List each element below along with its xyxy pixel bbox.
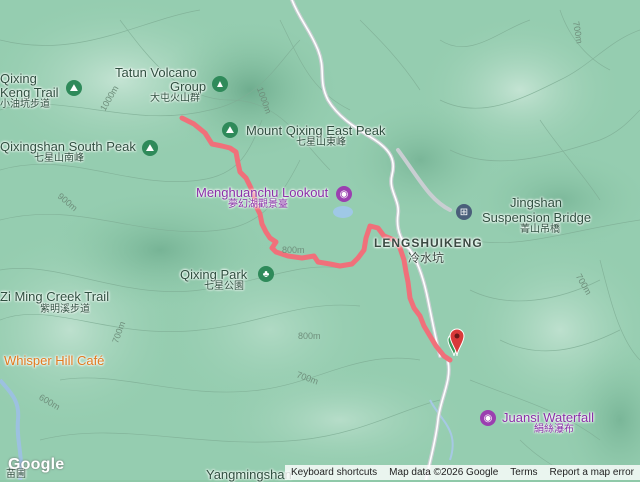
qixing-park-zh: 七星公園 <box>204 281 244 292</box>
yangmingshan-label[interactable]: Yangmingshan <box>206 468 292 481</box>
bridge-icon[interactable]: ⊞ <box>456 204 472 220</box>
qixingshan-south-label[interactable]: Qixingshan South Peak <box>0 140 136 153</box>
hiker-icon[interactable]: ⛰ <box>222 122 238 138</box>
contour-label: 800m <box>282 245 305 255</box>
ziming-trail-label[interactable]: Zi Ming Creek Trail <box>0 290 109 303</box>
map-footer: Keyboard shortcuts Map data ©2026 Google… <box>285 465 640 480</box>
contour-label: 800m <box>298 331 321 341</box>
camera-icon[interactable]: ◉ <box>480 410 496 426</box>
lake <box>333 206 353 218</box>
keyboard-shortcuts-link[interactable]: Keyboard shortcuts <box>285 467 383 478</box>
mountain-icon[interactable]: ▲ <box>212 76 228 92</box>
east-peak-zh: 七星山東峰 <box>296 137 346 148</box>
east-peak-label[interactable]: Mount Qixing East Peak <box>246 124 385 137</box>
tatun-volcano-label-2[interactable]: Group <box>170 80 206 93</box>
tatun-volcano-zh: 大屯火山群 <box>150 93 200 104</box>
jingshan-label[interactable]: Jingshan <box>510 196 562 209</box>
juansi-waterfall-label[interactable]: Juansi Waterfall <box>502 411 594 424</box>
tree-icon[interactable]: ♣ <box>258 266 274 282</box>
lengshuikeng-zh: 冷水坑 <box>408 251 445 265</box>
hiker-icon[interactable]: ⛰ <box>142 140 158 156</box>
menghuanchu-label[interactable]: Menghuanchu Lookout <box>196 186 328 199</box>
terms-link[interactable]: Terms <box>504 467 543 478</box>
ziming-trail-zh: 紫明溪步道 <box>40 304 90 315</box>
camera-icon[interactable]: ◉ <box>336 186 352 202</box>
terrain-map[interactable] <box>0 0 640 480</box>
google-logo: Google <box>8 456 65 473</box>
qixing-keng-label-2[interactable]: Keng Trail <box>0 86 59 99</box>
map-data-text: Map data ©2026 Google <box>389 467 499 478</box>
whisper-hill-label[interactable]: Whisper Hill Café <box>4 354 104 367</box>
menghuanchu-zh: 夢幻湖觀景臺 <box>228 199 288 210</box>
report-error-link[interactable]: Report a map error <box>544 467 640 478</box>
jingshan-label-2[interactable]: Suspension Bridge <box>482 211 591 224</box>
tatun-volcano-label[interactable]: Tatun Volcano <box>115 66 197 79</box>
juansi-waterfall-zh: 絹絲瀑布 <box>534 424 574 435</box>
qixing-park-label[interactable]: Qixing Park <box>180 268 247 281</box>
hiker-icon[interactable]: ⛰ <box>66 80 82 96</box>
jingshan-zh: 菁山吊橋 <box>520 224 560 235</box>
qixing-keng-zh: 小油坑步道 <box>0 99 50 110</box>
qixing-keng-label[interactable]: Qixing <box>0 72 37 85</box>
qixingshan-south-zh: 七星山南峰 <box>34 153 84 164</box>
lengshuikeng-label[interactable]: LENGSHUIKENG <box>374 237 483 249</box>
